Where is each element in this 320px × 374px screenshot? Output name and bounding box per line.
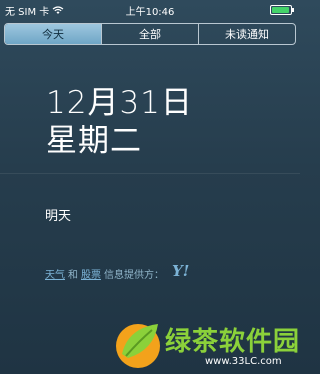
today-weekday: 星期二 (46, 123, 142, 159)
tab-missed[interactable]: 未读通知 (198, 24, 295, 44)
stocks-link[interactable]: 股票 (81, 266, 101, 281)
leaf-logo-icon (116, 324, 160, 368)
watermark-url: www.33LC.com (205, 356, 282, 367)
provider-line: 天气 和 股票 信息提供方： (45, 266, 164, 281)
tab-all[interactable]: 全部 (101, 24, 198, 44)
tab-today[interactable]: 今天 (5, 24, 101, 44)
watermark-title: 绿茶软件园 (165, 327, 301, 357)
yahoo-logo[interactable]: Y! (172, 262, 189, 280)
weather-link[interactable]: 天气 (45, 266, 65, 281)
divider (0, 173, 300, 174)
battery-icon (270, 5, 294, 15)
status-time: 上午10:46 (125, 7, 175, 18)
provider-suffix: 信息提供方： (104, 270, 164, 281)
provider-and: 和 (68, 270, 78, 281)
watermark: 绿茶软件园 www.33LC.com (110, 312, 300, 374)
tomorrow-label: 明天 (45, 209, 72, 224)
battery-level (272, 7, 289, 13)
status-bar: 无 SIM 卡 上午10:46 (0, 0, 300, 18)
notification-tabs: 今天 全部 未读通知 (4, 23, 296, 45)
